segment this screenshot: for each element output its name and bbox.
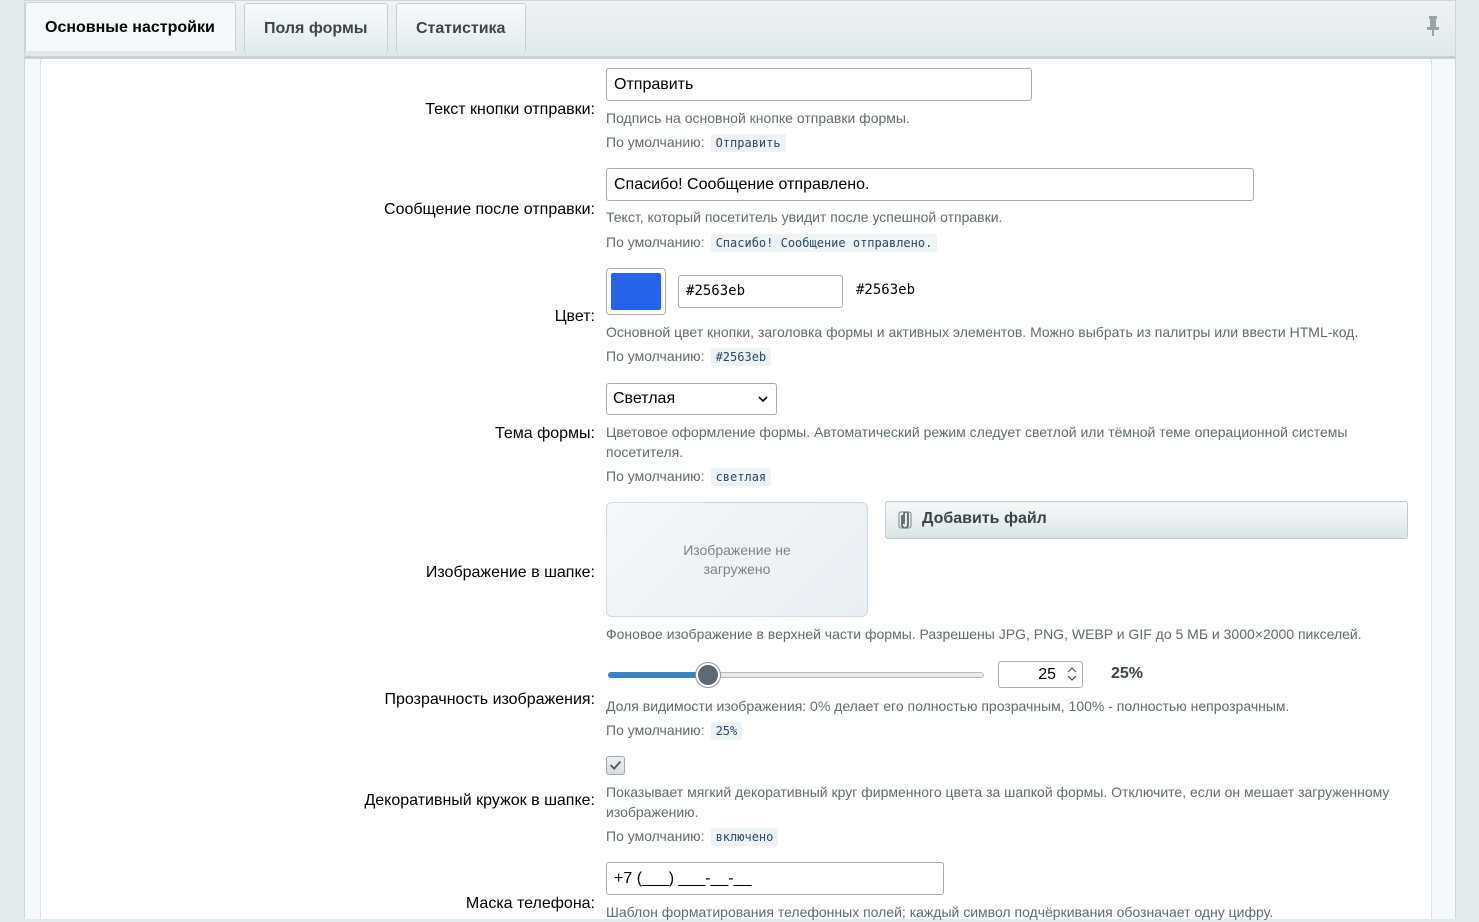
decor-circle-checkbox[interactable] (606, 756, 625, 775)
default-value: включено (710, 828, 779, 846)
theme-select-value: Светлая (613, 390, 676, 407)
decor-circle-label: Декоративный кружок в шапке: (364, 792, 595, 809)
color-swatch-fill (611, 273, 661, 310)
default-prefix: По умолчанию: (606, 234, 705, 250)
slider-fill (608, 672, 708, 678)
default-value: #2563eb (710, 348, 772, 366)
opacity-percent-display: 25% (1111, 665, 1144, 682)
check-icon (609, 760, 622, 770)
color-hex-display: #2563eb (856, 282, 916, 298)
default-prefix: По умолчанию: (606, 468, 705, 484)
default-value: Отправить (710, 134, 786, 152)
slider-thumb[interactable] (696, 663, 720, 687)
success-message-hint: Текст, который посетитель увидит после у… (606, 209, 1003, 225)
image-opacity-default: По умолчанию: 25% (606, 720, 743, 741)
add-file-button[interactable]: Добавить файл (885, 501, 1408, 539)
paperclip-icon (898, 511, 912, 529)
submit-text-label: Текст кнопки отправки: (425, 101, 595, 118)
submit-text-input[interactable]: Отправить (606, 68, 1032, 101)
header-image-hint: Фоновое изображение в верхней части форм… (606, 626, 1362, 642)
theme-default: По умолчанию: светлая (606, 466, 772, 487)
add-file-label: Добавить файл (922, 510, 1047, 527)
decor-circle-hint: Показывает мягкий декоративный круг фирм… (606, 784, 1390, 820)
default-prefix: По умолчанию: (606, 134, 705, 150)
theme-select[interactable]: Светлая (606, 383, 777, 415)
submit-text-hint: Подпись на основной кнопке отправки форм… (606, 110, 910, 126)
success-message-default: По умолчанию: Спасибо! Сообщение отправле… (606, 232, 938, 253)
image-placeholder-text: Изображение не загружено (683, 541, 791, 577)
header-image-label: Изображение в шапке: (425, 564, 595, 581)
color-hex-input[interactable]: #2563eb (678, 275, 843, 308)
image-opacity-hint: Доля видимости изображения: 0% делает ег… (606, 698, 1290, 714)
default-value: светлая (710, 468, 772, 486)
pin-icon[interactable] (1425, 15, 1441, 37)
default-prefix: По умолчанию: (606, 722, 705, 738)
chevron-down-icon (758, 396, 768, 403)
color-picker-swatch[interactable] (606, 268, 666, 315)
opacity-number-value: 25 (1038, 666, 1056, 683)
default-prefix: По умолчанию: (606, 348, 705, 364)
header-image-preview: Изображение не загружено (606, 502, 868, 617)
default-value: Спасибо! Сообщение отправлено. (710, 234, 938, 252)
success-message-input[interactable]: Спасибо! Сообщение отправлено. (606, 168, 1254, 201)
color-label: Цвет: (554, 308, 595, 325)
opacity-number-input[interactable]: 25 (998, 661, 1083, 688)
phone-mask-label: Маска телефона: (465, 895, 595, 912)
success-message-label: Сообщение после отправки: (384, 201, 595, 218)
color-default: По умолчанию: #2563eb (606, 346, 772, 367)
decor-circle-default: По умолчанию: включено (606, 826, 779, 847)
theme-hint: Цветовое оформление формы. Автоматически… (606, 424, 1348, 460)
image-opacity-label: Прозрачность изображения: (384, 691, 595, 708)
tab-bar: Основные настройки Поля формы Статистика (24, 0, 1456, 58)
tab-statistics[interactable]: Статистика (396, 3, 526, 51)
submit-text-default: По умолчанию: Отправить (606, 132, 786, 153)
default-value: 25% (710, 722, 743, 740)
phone-mask-input[interactable]: +7 (___) ___-__-__ (606, 862, 944, 895)
opacity-slider[interactable] (606, 663, 986, 687)
tab-main-settings[interactable]: Основные настройки (25, 2, 236, 51)
color-hint: Основной цвет кнопки, заголовка формы и … (606, 324, 1359, 340)
phone-mask-hint: Шаблон форматирования телефонных полей; … (606, 904, 1274, 920)
tab-form-fields[interactable]: Поля формы (244, 3, 388, 51)
default-prefix: По умолчанию: (606, 828, 705, 844)
spinner-arrows-icon[interactable] (1066, 665, 1078, 683)
theme-label: Тема формы: (494, 425, 595, 442)
